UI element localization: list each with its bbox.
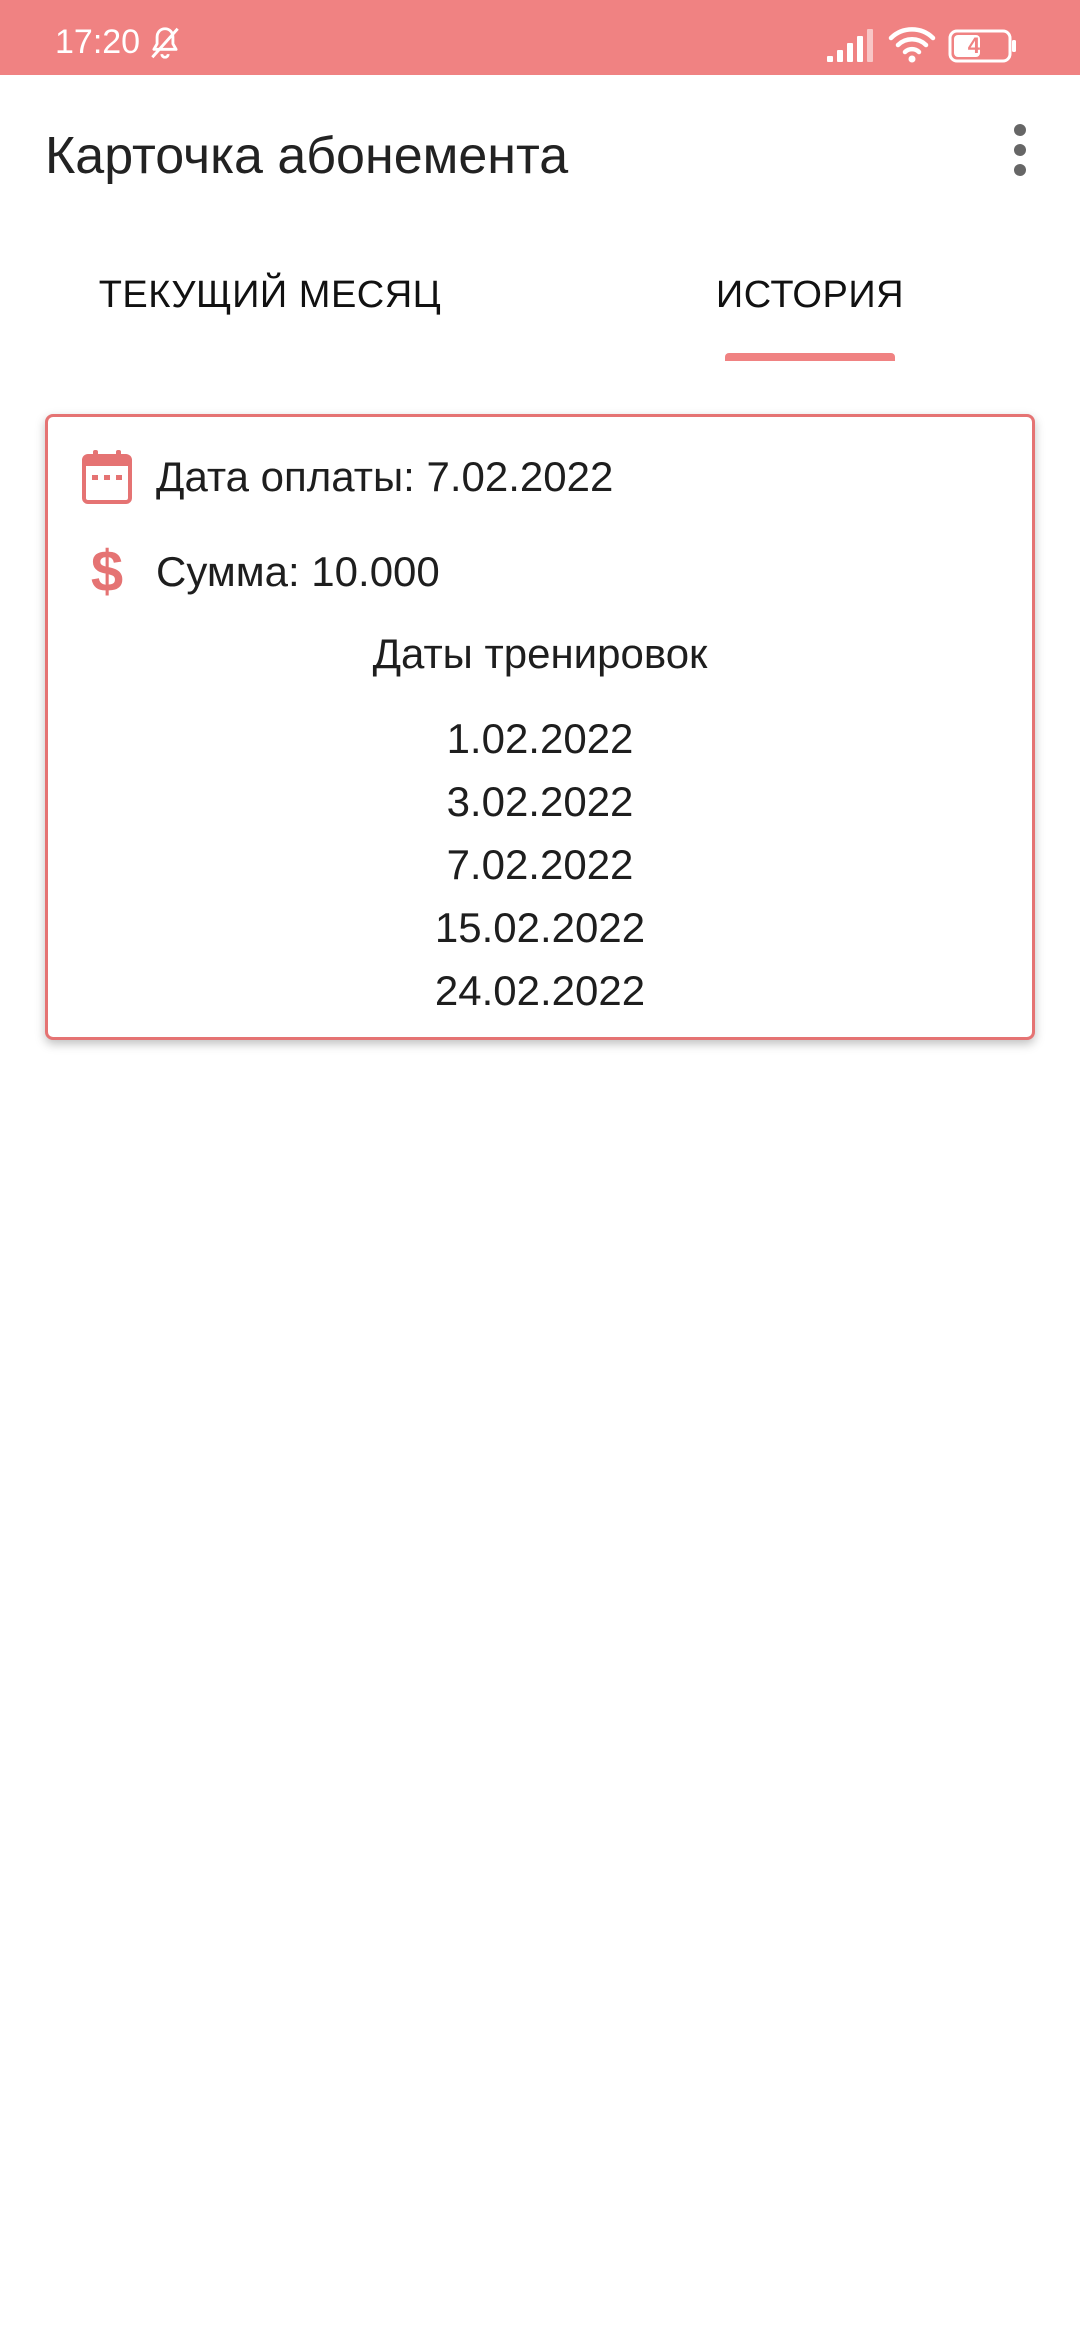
workout-date-item: 1.02.2022 (446, 715, 634, 762)
status-time: 17:20 (55, 23, 141, 61)
subscription-history-card: Дата оплаты: 7.02.2022 $ Сумма: 10.000 Д… (45, 414, 1035, 1040)
page-title: Карточка абонемента (45, 127, 569, 185)
workout-dates-title: Даты тренировок (372, 630, 708, 677)
bell-off-icon (151, 27, 179, 59)
workout-dates-list: 1.02.2022 3.02.2022 7.02.2022 15.02.2022… (48, 707, 1032, 1022)
sum-text: Сумма: 10.000 (156, 548, 440, 595)
workout-date-item: 3.02.2022 (446, 778, 634, 825)
sum-row: $ Сумма: 10.000 (78, 542, 440, 602)
more-vertical-icon[interactable] (995, 120, 1045, 180)
status-bar: 17:20 48 (0, 0, 1080, 75)
tab-indicator (725, 353, 895, 361)
calendar-icon (78, 448, 136, 506)
signal-icon (827, 29, 873, 62)
workout-date-item: 24.02.2022 (434, 967, 646, 1014)
app-bar: Карточка абонемента (0, 75, 1080, 235)
tab-history[interactable]: ИСТОРИЯ (620, 255, 1000, 365)
tab-current-month[interactable]: ТЕКУЩИЙ МЕСЯЦ (60, 255, 480, 365)
workout-date-item: 7.02.2022 (446, 841, 634, 888)
payment-date-text: Дата оплаты: 7.02.2022 (156, 453, 614, 500)
workout-date-item: 15.02.2022 (434, 904, 646, 951)
dollar-icon: $ (90, 539, 124, 604)
battery-level: 48 (967, 33, 993, 58)
wifi-icon (888, 27, 936, 63)
tab-bar: ТЕКУЩИЙ МЕСЯЦ ИСТОРИЯ (0, 255, 1080, 365)
payment-date-row: Дата оплаты: 7.02.2022 (78, 447, 613, 507)
